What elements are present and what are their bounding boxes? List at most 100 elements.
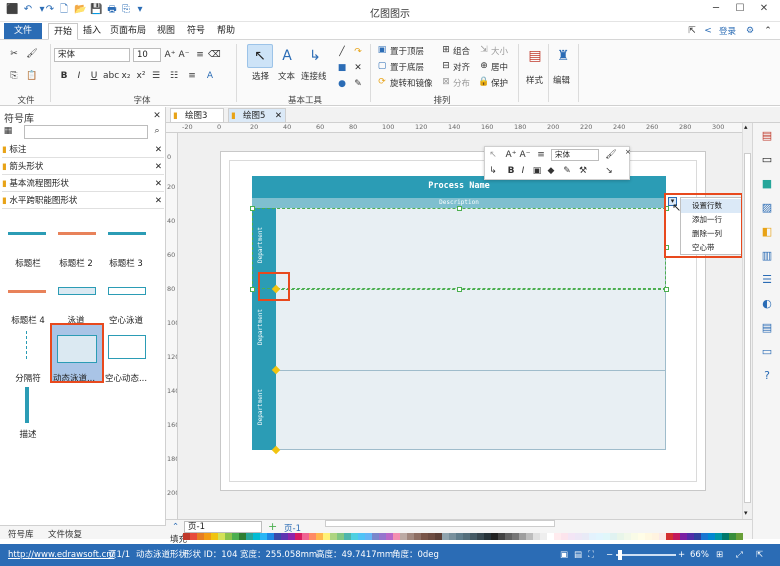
color-swatch[interactable] (736, 533, 743, 540)
color-swatch[interactable] (428, 533, 435, 540)
crop-tool-icon[interactable]: ✕ (352, 62, 364, 74)
line-spacing-icon[interactable]: ≡ (194, 49, 206, 61)
add-page-icon[interactable]: + (268, 520, 277, 533)
color-swatch[interactable] (638, 533, 645, 540)
vertical-scrollbar[interactable]: ▴ ▾ (742, 123, 752, 519)
share-export-icon[interactable]: ⇱ (686, 25, 698, 37)
color-swatch[interactable] (729, 533, 736, 540)
zoom-level[interactable]: 66% (690, 544, 709, 566)
bold-icon[interactable]: B (58, 70, 70, 82)
hollow-swimlane-shape-icon[interactable] (108, 287, 146, 295)
fill-icon[interactable]: ■ (760, 177, 774, 191)
font-select[interactable]: 宋体 (551, 149, 599, 161)
line-tool-icon[interactable]: ╱ (336, 46, 348, 58)
rotate-mirror-icon[interactable]: ⟳ (376, 76, 388, 88)
library-search-input[interactable] (24, 125, 148, 139)
rotate-mirror-button[interactable]: 旋转和镜像 (390, 77, 433, 89)
color-swatch[interactable] (211, 533, 218, 540)
shape-style-icon[interactable]: ▣ (531, 165, 543, 177)
color-swatch[interactable] (617, 533, 624, 540)
grow-font-icon[interactable]: A⁺ (505, 149, 517, 161)
color-swatch[interactable] (659, 533, 666, 540)
color-swatch[interactable] (582, 533, 589, 540)
color-swatch[interactable] (568, 533, 575, 540)
group-button[interactable]: 组合 (453, 45, 470, 57)
color-swatch[interactable] (540, 533, 547, 540)
color-swatch[interactable] (533, 533, 540, 540)
lane-label[interactable]: Department (257, 305, 264, 345)
size-icon[interactable]: ⇲ (478, 44, 490, 56)
italic-icon[interactable]: I (517, 165, 529, 177)
color-swatch[interactable] (393, 533, 400, 540)
color-swatch[interactable] (561, 533, 568, 540)
title-bar-shape-icon[interactable] (8, 232, 46, 235)
bullet-list-icon[interactable]: ☷ (168, 70, 180, 82)
color-swatch[interactable] (197, 533, 204, 540)
minimize-button[interactable]: ─ (706, 3, 726, 17)
color-swatch[interactable] (505, 533, 512, 540)
paste-icon[interactable]: 📋 (26, 70, 38, 82)
style-button[interactable]: 样式 (526, 74, 543, 86)
color-swatch[interactable] (225, 533, 232, 540)
color-swatch[interactable] (260, 533, 267, 540)
zoom-slider-thumb[interactable] (618, 550, 622, 560)
superscript-icon[interactable]: x² (135, 70, 147, 82)
color-swatch[interactable] (288, 533, 295, 540)
hollow-dynamic-shape-icon[interactable] (108, 335, 146, 359)
resize-handle[interactable] (250, 206, 255, 211)
expand-icon[interactable]: ⇱ (756, 544, 763, 566)
color-swatch[interactable] (519, 533, 526, 540)
more-options-icon[interactable]: ↘ (603, 165, 615, 177)
color-swatch[interactable] (652, 533, 659, 540)
cut-icon[interactable]: ✂ (8, 48, 20, 60)
size-button[interactable]: 大小 (491, 45, 508, 57)
color-swatch[interactable] (470, 533, 477, 540)
pen-tool-icon[interactable]: ✎ (352, 78, 364, 90)
website-link[interactable]: http://www.edrawsoft.cn/ (8, 544, 115, 566)
fit-window-icon[interactable]: ⊞ (716, 544, 723, 566)
shrink-font-icon[interactable]: A⁻ (178, 49, 190, 61)
strikethrough-icon[interactable]: abc (103, 70, 119, 82)
drawing-canvas[interactable]: Process Name Description Department Depa… (178, 133, 750, 519)
curve-tool-icon[interactable]: ↷ (352, 46, 364, 58)
bring-front-icon[interactable]: ▣ (376, 44, 388, 56)
zoom-in-icon[interactable]: + (678, 544, 685, 566)
shrink-font-icon[interactable]: A⁻ (519, 149, 531, 161)
fit-page-icon[interactable]: ▣ (560, 544, 568, 566)
color-swatch[interactable] (246, 533, 253, 540)
center-icon[interactable]: ⊕ (478, 60, 490, 72)
color-swatch[interactable] (295, 533, 302, 540)
color-swatch[interactable] (645, 533, 652, 540)
color-swatch[interactable] (281, 533, 288, 540)
color-swatch[interactable] (253, 533, 260, 540)
subscript-icon[interactable]: x₂ (120, 70, 132, 82)
send-back-button[interactable]: 置于底层 (390, 61, 424, 73)
tab-view[interactable]: 视图 (154, 23, 178, 40)
history-icon[interactable]: ☰ (760, 273, 774, 287)
tools-icon[interactable]: ⚒ (577, 165, 589, 177)
protect-icon[interactable]: 🔒 (478, 76, 490, 88)
select-icon[interactable]: ↖ (487, 149, 499, 161)
format-icon[interactable]: ▤ (760, 129, 774, 143)
full-screen-icon[interactable]: ⛶ (588, 544, 594, 566)
color-swatch[interactable] (603, 533, 610, 540)
color-swatch[interactable] (708, 533, 715, 540)
close-icon[interactable]: ✕ (155, 143, 162, 157)
color-swatch[interactable] (386, 533, 393, 540)
tab-symbols[interactable]: 符号 (184, 23, 208, 40)
color-swatch[interactable] (323, 533, 330, 540)
color-swatch[interactable] (421, 533, 428, 540)
title-bar-4-shape-icon[interactable] (8, 290, 46, 293)
title-bar-3-shape-icon[interactable] (108, 232, 146, 235)
color-swatch[interactable] (449, 533, 456, 540)
page-select[interactable]: 页-1 (184, 521, 262, 533)
horizontal-scrollbar[interactable] (325, 520, 555, 527)
zoom-out-icon[interactable]: − (606, 544, 613, 566)
underline-icon[interactable]: U (88, 70, 100, 82)
italic-icon[interactable]: I (73, 70, 85, 82)
library-menu-icon[interactable]: ▦ (2, 125, 14, 137)
color-swatch[interactable] (442, 533, 449, 540)
align-button[interactable]: 对齐 (453, 61, 470, 73)
close-icon[interactable]: ✕ (275, 109, 282, 123)
close-button[interactable]: ✕ (754, 3, 774, 17)
